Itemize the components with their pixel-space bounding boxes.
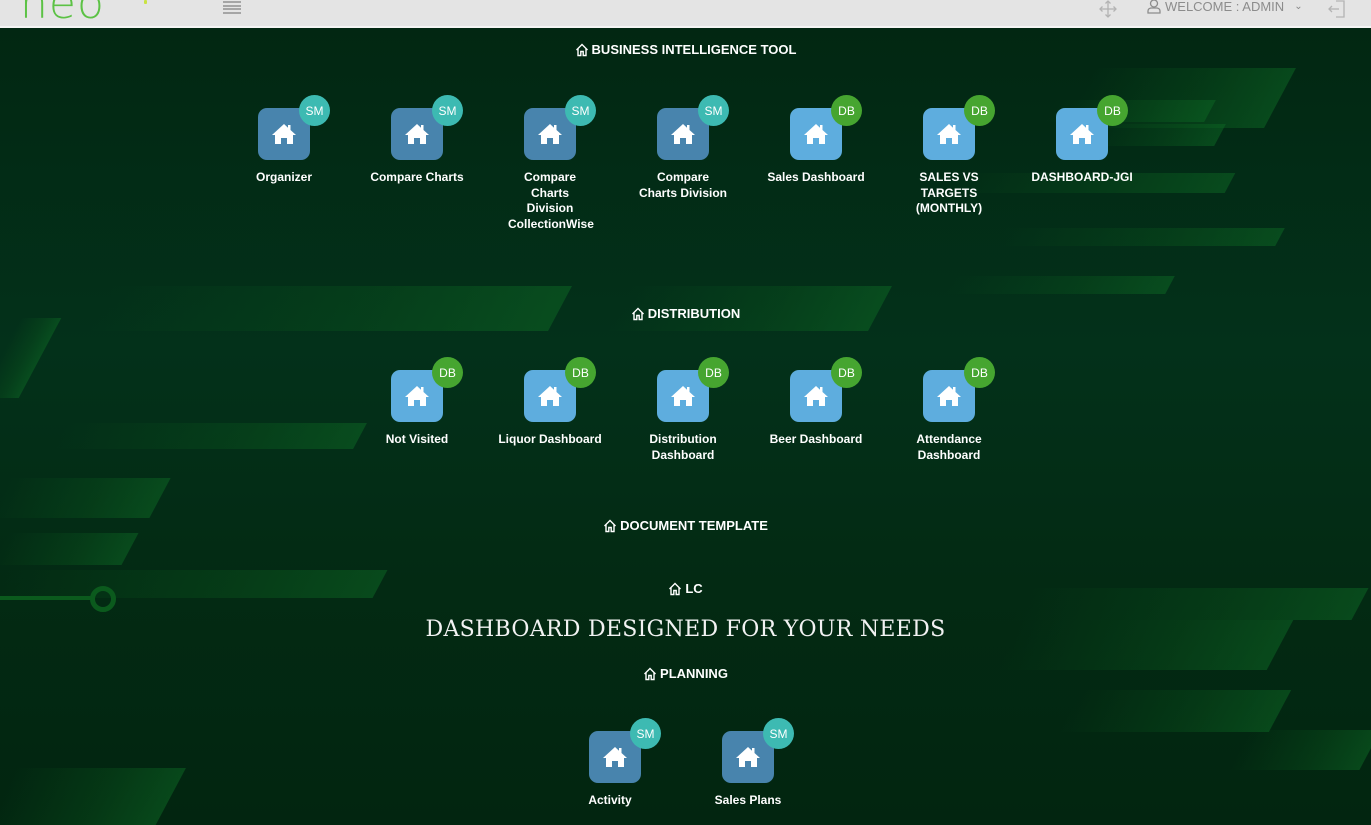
tile-label: Compare Charts Division <box>638 170 728 200</box>
home-icon <box>1070 124 1094 144</box>
menu-icon[interactable] <box>223 1 241 14</box>
top-navbar: neo WELCOME : ADMIN ⌄ <box>0 0 1371 28</box>
tile-label: Liquor Dashboard <box>498 432 602 446</box>
logo-accent <box>144 0 147 4</box>
type-badge: SM <box>299 95 330 126</box>
home-icon <box>405 124 429 144</box>
tile-sales-plans[interactable]: SM Sales Plans <box>688 718 808 809</box>
tile-icon-box: DB <box>790 357 862 422</box>
tile-icon-box: DB <box>790 95 862 160</box>
tile-label: Attendance Dashboard <box>916 432 982 462</box>
tile-compare-charts-division-collectionwise[interactable]: SM Compare Charts Division CollectionWis… <box>490 95 610 232</box>
home-icon <box>272 124 296 144</box>
type-badge: SM <box>432 95 463 126</box>
tagline: DASHBOARD DESIGNED FOR YOUR NEEDS <box>425 617 946 642</box>
tile-label: Sales Plans <box>714 793 782 807</box>
home-icon <box>804 386 828 406</box>
tile-icon-box: SM <box>589 718 661 783</box>
type-badge: DB <box>831 95 862 126</box>
tile-label: Organizer <box>255 170 312 184</box>
type-badge: SM <box>565 95 596 126</box>
tile-label: Compare Charts Division CollectionWise <box>508 170 594 231</box>
type-badge: DB <box>1097 95 1128 126</box>
section-title-document-template[interactable]: DOCUMENT TEMPLATE <box>0 518 1371 533</box>
tile-liquor-dashboard[interactable]: DB Liquor Dashboard <box>490 357 610 448</box>
section-title-planning[interactable]: PLANNING <box>0 666 1371 681</box>
type-badge: DB <box>964 357 995 388</box>
home-icon <box>937 124 961 144</box>
tile-icon-box: DB <box>1056 95 1128 160</box>
tile-compare-charts-division[interactable]: SM Compare Charts Division <box>623 95 743 201</box>
home-icon <box>671 124 695 144</box>
section-title-distribution[interactable]: DISTRIBUTION <box>0 306 1371 321</box>
tile-icon-box: DB <box>923 95 995 160</box>
tile-attendance-dashboard[interactable]: DB Attendance Dashboard <box>889 357 1009 463</box>
home-icon <box>603 747 627 767</box>
tile-distribution-dashboard[interactable]: DB Distribution Dashboard <box>623 357 743 463</box>
type-badge: DB <box>432 357 463 388</box>
tile-activity[interactable]: SM Activity <box>555 718 675 809</box>
home-outline-icon <box>575 43 588 56</box>
tile-label: Beer Dashboard <box>769 432 863 446</box>
home-icon <box>804 124 828 144</box>
tile-beer-dashboard[interactable]: DB Beer Dashboard <box>756 357 876 448</box>
tile-not-visited[interactable]: DB Not Visited <box>357 357 477 448</box>
home-outline-icon <box>604 519 617 532</box>
tile-sales-dashboard[interactable]: DB Sales Dashboard <box>756 95 876 186</box>
tile-icon-box: SM <box>391 95 463 160</box>
home-icon <box>671 386 695 406</box>
tile-organizer[interactable]: SM Organizer <box>224 95 344 186</box>
home-icon <box>405 386 429 406</box>
tile-dashboard-jgi[interactable]: DB DASHBOARD-JGI <box>1022 95 1142 186</box>
user-menu[interactable]: WELCOME : ADMIN ⌄ <box>1147 0 1303 14</box>
tile-compare-charts[interactable]: SM Compare Charts <box>357 95 477 186</box>
logo[interactable]: neo <box>20 0 105 26</box>
type-badge: SM <box>763 718 794 749</box>
welcome-label: WELCOME : ADMIN <box>1165 0 1285 14</box>
tile-label: Not Visited <box>385 432 449 446</box>
tile-label: DASHBOARD-JGI <box>1031 170 1133 184</box>
home-outline-icon <box>669 582 682 595</box>
home-icon <box>937 386 961 406</box>
user-icon <box>1147 0 1161 14</box>
tile-label: Sales Dashboard <box>767 170 865 184</box>
tile-label: Compare Charts <box>370 170 464 184</box>
tile-label: SALES VS TARGETS (MONTHLY) <box>915 170 983 215</box>
tile-sales-vs-targets[interactable]: DB SALES VS TARGETS (MONTHLY) <box>889 95 1009 217</box>
tile-icon-box: SM <box>657 95 729 160</box>
home-icon <box>736 747 760 767</box>
tile-icon-box: DB <box>391 357 463 422</box>
tile-label: Activity <box>588 793 632 807</box>
home-icon <box>538 124 562 144</box>
tile-icon-box: DB <box>657 357 729 422</box>
logout-icon[interactable] <box>1327 0 1347 18</box>
section-title-lc[interactable]: LC <box>0 581 1371 596</box>
tile-icon-box: DB <box>923 357 995 422</box>
type-badge: DB <box>698 357 729 388</box>
home-outline-icon <box>644 667 657 680</box>
home-icon <box>538 386 562 406</box>
move-icon[interactable] <box>1098 0 1118 18</box>
home-outline-icon <box>631 307 644 320</box>
tile-icon-box: DB <box>524 357 596 422</box>
type-badge: SM <box>630 718 661 749</box>
tile-icon-box: SM <box>722 718 794 783</box>
type-badge: DB <box>964 95 995 126</box>
section-title-business-intelligence[interactable]: BUSINESS INTELLIGENCE TOOL <box>0 42 1371 57</box>
type-badge: SM <box>698 95 729 126</box>
chevron-down-icon: ⌄ <box>1294 1 1303 12</box>
type-badge: DB <box>565 357 596 388</box>
tile-label: Distribution Dashboard <box>649 432 717 462</box>
circuit-decoration <box>0 596 92 600</box>
tile-icon-box: SM <box>258 95 330 160</box>
type-badge: DB <box>831 357 862 388</box>
tile-icon-box: SM <box>524 95 596 160</box>
